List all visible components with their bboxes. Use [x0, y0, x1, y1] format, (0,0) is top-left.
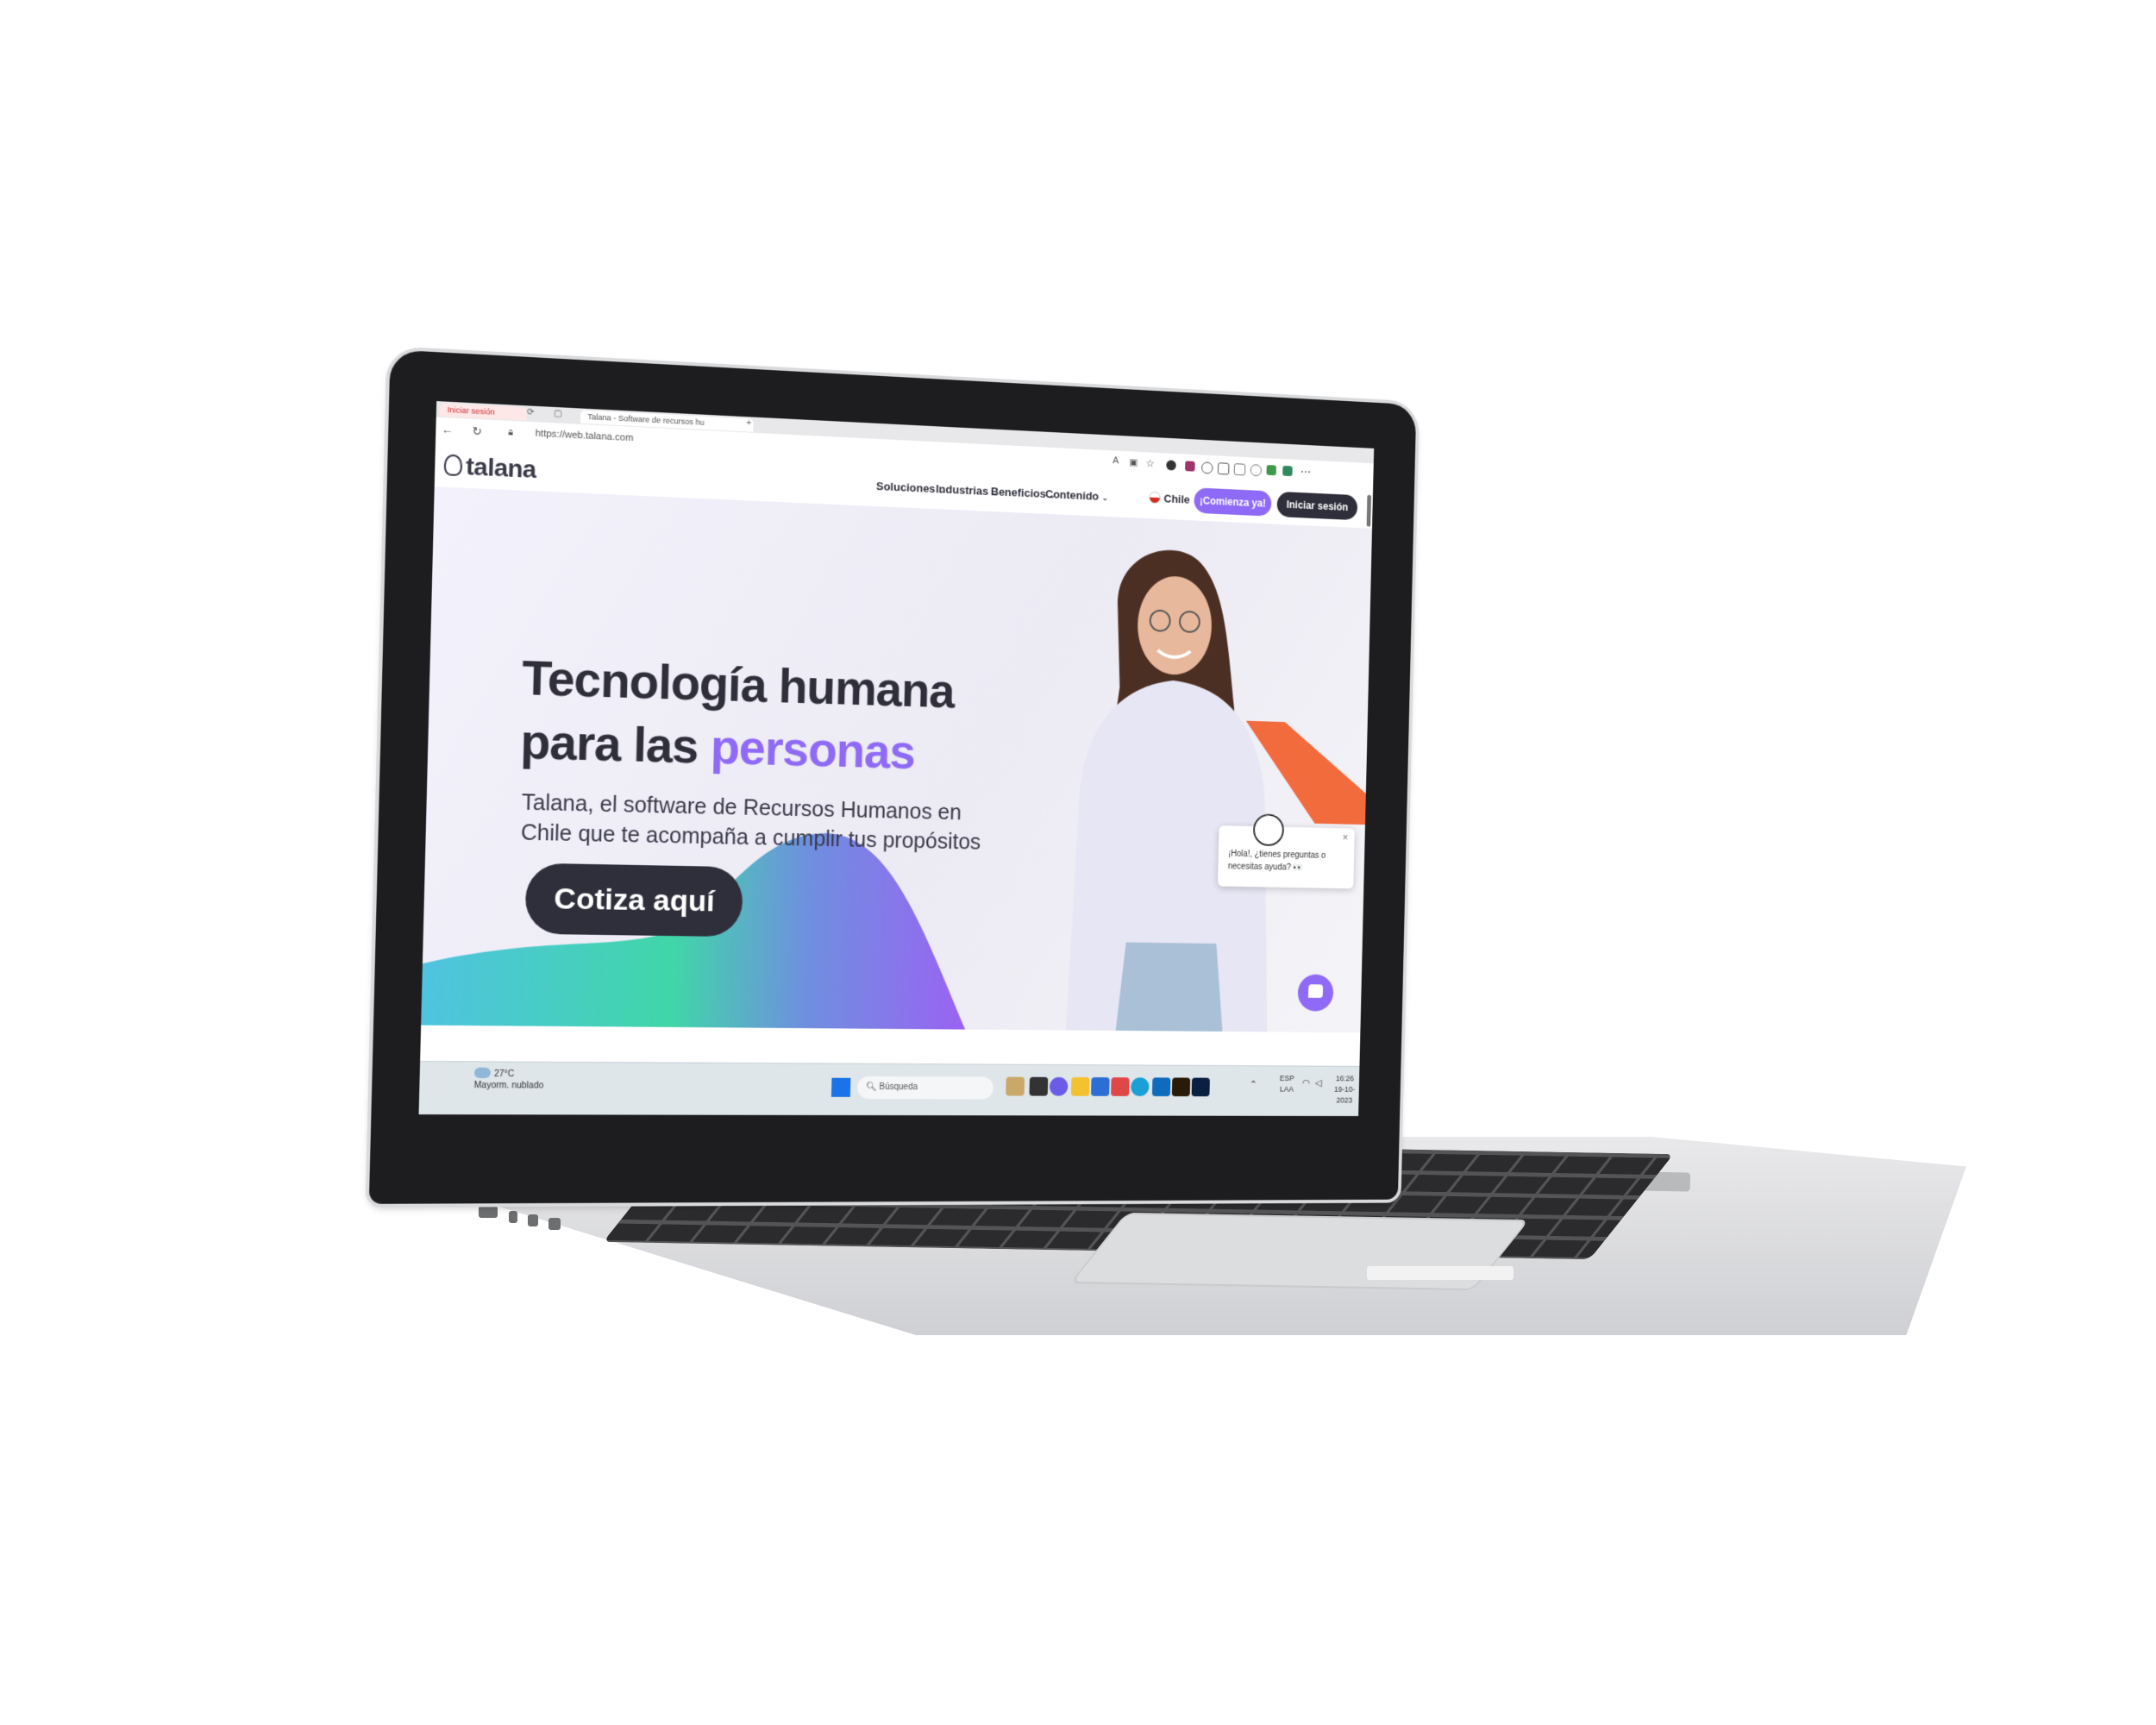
language-indicator[interactable]: ESP LAA: [1279, 1073, 1294, 1095]
country-label: Chile: [1163, 492, 1190, 506]
chevron-up-icon[interactable]: ⌃: [1250, 1080, 1257, 1091]
hero-title-accent: personas: [710, 719, 916, 780]
split-screen-icon[interactable]: [1217, 462, 1230, 475]
laptop-port: [528, 1214, 538, 1226]
chevron-down-icon: ⌄: [1101, 493, 1108, 503]
date: 19-10-2023: [1333, 1085, 1356, 1105]
read-aloud-icon[interactable]: A: [1112, 455, 1119, 466]
laptop-screen: Iniciar sesión ⟳ ▢ Talana - Software de …: [418, 401, 1375, 1117]
nav-label: Beneficios: [990, 485, 1046, 500]
new-tab-button[interactable]: +: [746, 418, 751, 428]
app-icon[interactable]: [1111, 1077, 1130, 1096]
logo-text: talana: [465, 452, 537, 484]
laptop-port: [548, 1218, 561, 1230]
chat-popup: × ¡Hola!, ¿tienes preguntas o necesitas …: [1217, 825, 1355, 889]
windows-taskbar: 27°C Mayorm. nublado 🔍︎ Búsqueda ⌃ ESP L…: [418, 1061, 1360, 1117]
laptop-notch: [1367, 1266, 1514, 1280]
chile-flag-icon: [1149, 491, 1161, 505]
hero-title-line1: Tecnología humana: [521, 649, 956, 718]
nav-label: Soluciones: [875, 479, 936, 496]
cotiza-aqui-button[interactable]: Cotiza aquí: [524, 862, 743, 938]
favorite-star-icon[interactable]: ☆: [1145, 457, 1155, 469]
extension-icon[interactable]: [1200, 461, 1213, 474]
nav-industrias[interactable]: Industrias ⌄: [936, 482, 998, 498]
volume-icon[interactable]: ◁: [1315, 1078, 1322, 1089]
hero-person-photo: [1065, 547, 1275, 1032]
balloon-icon: [443, 454, 463, 477]
clock[interactable]: 16:26 19-10-2023: [1330, 1073, 1359, 1106]
chat-open-button[interactable]: [1297, 974, 1334, 1012]
task-view-icon[interactable]: [1029, 1076, 1049, 1096]
weather-temp: 27°C: [493, 1069, 515, 1080]
extension-icon[interactable]: [1266, 464, 1276, 476]
page-scrollbar[interactable]: [1366, 494, 1372, 527]
windows-start-icon[interactable]: [830, 1077, 851, 1097]
weather-widget[interactable]: 27°C Mayorm. nublado: [473, 1067, 544, 1092]
close-icon[interactable]: ×: [1343, 831, 1349, 844]
lang-line1: ESP: [1279, 1074, 1294, 1082]
extension-icon[interactable]: [1282, 465, 1293, 477]
refresh-icon[interactable]: ↻: [472, 424, 482, 439]
illustrator-icon[interactable]: [1171, 1077, 1191, 1097]
wifi-icon[interactable]: ◠: [1302, 1078, 1310, 1089]
hero-title-line2-prefix: para las: [519, 713, 711, 775]
file-explorer-icon[interactable]: [1070, 1076, 1090, 1096]
time: 16:26: [1335, 1074, 1354, 1083]
hero-section: Tecnología humana para las personas Tala…: [421, 486, 1373, 1033]
back-icon[interactable]: ←: [442, 423, 454, 436]
laptop-port: [479, 1206, 498, 1218]
edge-icon[interactable]: [1131, 1077, 1150, 1096]
extension-icon[interactable]: [1185, 461, 1195, 472]
lock-icon: 🔒︎: [508, 427, 514, 438]
store-icon[interactable]: [1090, 1077, 1110, 1096]
weather-desc: Mayorm. nublado: [473, 1081, 544, 1091]
nav-label: Industrias: [935, 482, 989, 498]
extension-icon[interactable]: [1166, 460, 1176, 471]
hero-subtitle: Talana, el software de Recursos Humanos …: [520, 790, 981, 855]
lang-line2: LAA: [1279, 1084, 1294, 1094]
collections-icon[interactable]: [1250, 464, 1263, 477]
hero-title: Tecnología humana para las personas: [520, 646, 956, 785]
country-selector[interactable]: Chile ⌄: [1149, 491, 1199, 506]
chat-app-icon[interactable]: [1049, 1076, 1069, 1096]
taskbar-search[interactable]: 🔍︎ Búsqueda: [856, 1076, 994, 1100]
more-options-icon[interactable]: ⋯: [1300, 465, 1311, 479]
nav-soluciones[interactable]: Soluciones ⌄: [876, 480, 945, 496]
nav-contenido[interactable]: Contenido ⌄: [1045, 487, 1108, 503]
talana-logo[interactable]: talana: [443, 451, 536, 484]
outlook-icon[interactable]: [1151, 1077, 1171, 1097]
cloud-sun-icon: [473, 1067, 492, 1079]
laptop-port: [509, 1211, 517, 1223]
iniciar-sesion-button[interactable]: Iniciar sesión: [1276, 491, 1358, 521]
app-icon[interactable]: [1006, 1076, 1025, 1096]
favorites-icon[interactable]: [1233, 463, 1246, 476]
reader-icon[interactable]: ▣: [1129, 456, 1138, 467]
tab-actions-icon[interactable]: ▢: [554, 409, 562, 419]
comienza-ya-button[interactable]: ¡Comienza ya!: [1194, 487, 1272, 517]
chat-message: ¡Hola!, ¿tienes preguntas o necesitas ay…: [1227, 849, 1326, 873]
url-input[interactable]: https://web.talana.com: [536, 428, 634, 443]
laptop-lid: Iniciar sesión ⟳ ▢ Talana - Software de …: [368, 349, 1417, 1204]
search-placeholder: Búsqueda: [879, 1082, 918, 1093]
collections-icon[interactable]: ⟳: [527, 407, 535, 417]
nav-label: Contenido: [1044, 487, 1100, 503]
photoshop-icon[interactable]: [1191, 1077, 1210, 1097]
